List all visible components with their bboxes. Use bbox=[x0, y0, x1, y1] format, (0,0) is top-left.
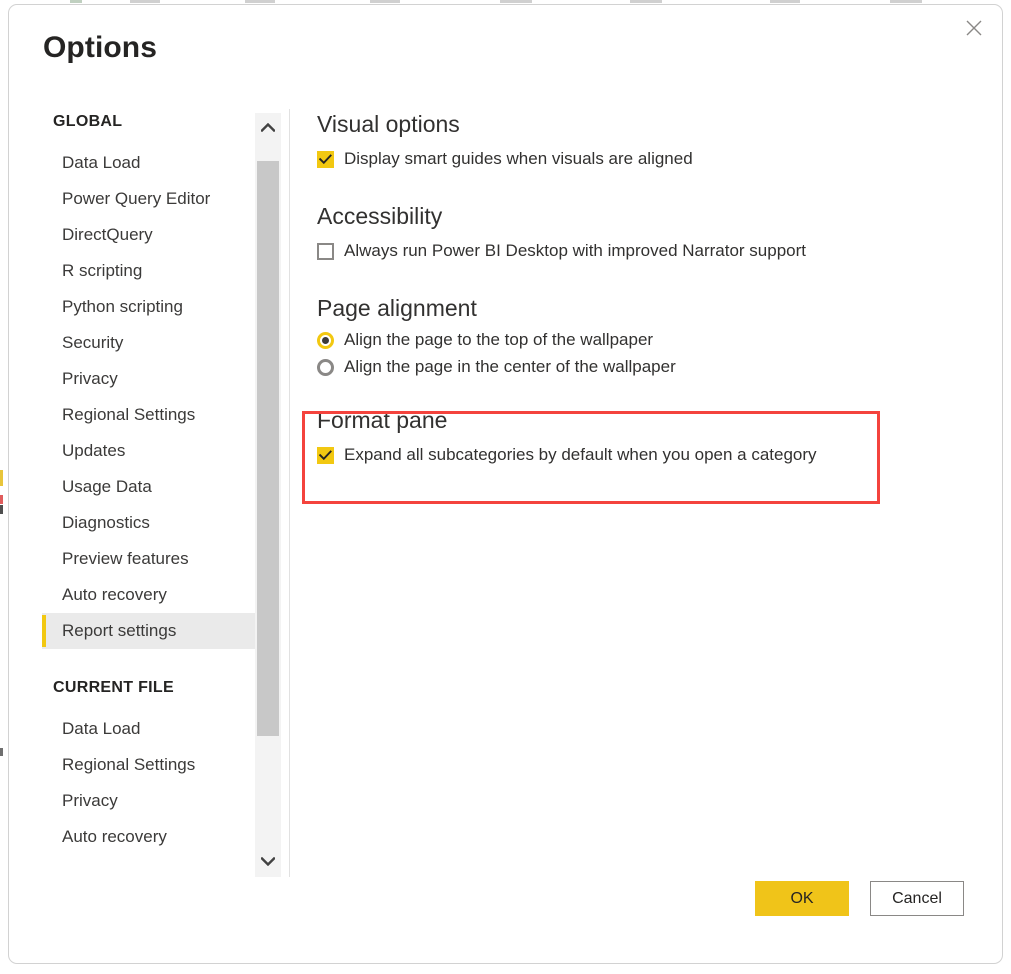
sidebar-item-report-settings[interactable]: Report settings bbox=[42, 613, 275, 649]
sidebar-section-title: CURRENT FILE bbox=[53, 679, 174, 696]
scroll-down-button[interactable] bbox=[255, 847, 281, 877]
chevron-down-icon bbox=[260, 853, 276, 871]
sidebar-item-auto-recovery[interactable]: Auto recovery bbox=[43, 577, 249, 613]
background-app-left-artifact bbox=[0, 470, 3, 486]
option-row-display-smart-guides-when-visuals-are-aligne[interactable]: Display smart guides when visuals are al… bbox=[317, 149, 957, 169]
sidebar-section-title: GLOBAL bbox=[53, 113, 123, 130]
option-label: Expand all subcategories by default when… bbox=[344, 445, 817, 464]
scrollbar-thumb[interactable] bbox=[257, 161, 279, 736]
sidebar-item-label: R scripting bbox=[62, 261, 143, 280]
group-heading: Accessibility bbox=[317, 203, 443, 229]
sidebar-item-label: Data Load bbox=[62, 719, 141, 738]
option-label: Display smart guides when visuals are al… bbox=[344, 149, 693, 168]
cancel-button[interactable]: Cancel bbox=[870, 881, 964, 916]
sidebar-item-usage-data[interactable]: Usage Data bbox=[43, 469, 249, 505]
sidebar-item-label: Report settings bbox=[62, 621, 177, 640]
scroll-up-button[interactable] bbox=[255, 113, 281, 143]
sidebar-item-label: Regional Settings bbox=[62, 755, 196, 774]
group-heading: Format pane bbox=[317, 407, 448, 433]
sidebar-item-regional-settings[interactable]: Regional Settings bbox=[43, 747, 249, 783]
sidebar-item-data-load[interactable]: Data Load bbox=[43, 145, 249, 181]
sidebar-item-directquery[interactable]: DirectQuery bbox=[43, 217, 249, 253]
sidebar-item-label: Python scripting bbox=[62, 297, 183, 316]
settings-group-visual-options: Visual options Display smart guides when … bbox=[317, 109, 957, 169]
dialog-footer: OK Cancel bbox=[755, 881, 964, 916]
sidebar-item-label: Updates bbox=[62, 441, 126, 460]
option-row-align-the-page-to-the-top-of-the-wallpaper[interactable]: Align the page to the top of the wallpap… bbox=[317, 330, 957, 350]
sidebar-item-label: Diagnostics bbox=[62, 513, 150, 532]
sidebar-item-regional-settings[interactable]: Regional Settings bbox=[43, 397, 249, 433]
sidebar-scrollbar[interactable] bbox=[255, 113, 281, 877]
close-button[interactable] bbox=[952, 9, 996, 47]
sidebar-item-label: Privacy bbox=[62, 369, 118, 388]
sidebar-item-label: Auto recovery bbox=[62, 827, 167, 846]
settings-group-accessibility: Accessibility Always run Power BI Desktop… bbox=[317, 201, 957, 261]
group-heading: Page alignment bbox=[317, 295, 477, 321]
settings-sidebar: GLOBAL Data Load Power Query Editor DirectQ… bbox=[42, 113, 275, 877]
sidebar-item-power-query-editor[interactable]: Power Query Editor bbox=[43, 181, 249, 217]
sidebar-item-data-load[interactable]: Data Load bbox=[43, 711, 249, 747]
sidebar-content-divider bbox=[289, 109, 290, 877]
settings-content-panel: Visual options Display smart guides when … bbox=[317, 109, 957, 465]
sidebar-item-label: Security bbox=[62, 333, 124, 352]
option-label: Always run Power BI Desktop with improve… bbox=[344, 241, 807, 260]
background-app-top-strip bbox=[70, 0, 950, 3]
radio-dot bbox=[322, 336, 329, 344]
sidebar-item-python-scripting[interactable]: Python scripting bbox=[43, 289, 249, 325]
sidebar-item-auto-recovery[interactable]: Auto recovery bbox=[43, 819, 249, 855]
radio-unselected-icon[interactable] bbox=[317, 358, 334, 376]
page-title: Options bbox=[43, 31, 158, 64]
checkbox-checked-icon[interactable] bbox=[317, 446, 334, 464]
options-dialog: Options GLOBAL Data Load Power Query Edito… bbox=[8, 4, 1003, 964]
close-icon bbox=[964, 18, 984, 38]
sidebar-item-label: Auto recovery bbox=[62, 585, 167, 604]
radio-selected-icon[interactable] bbox=[317, 331, 334, 349]
sidebar-item-label: Regional Settings bbox=[62, 405, 196, 424]
group-heading: Visual options bbox=[317, 111, 460, 137]
checkbox-inner bbox=[319, 244, 332, 258]
sidebar-item-updates[interactable]: Updates bbox=[43, 433, 249, 469]
sidebar-item-security[interactable]: Security bbox=[43, 325, 249, 361]
sidebar-item-preview-features[interactable]: Preview features bbox=[43, 541, 249, 577]
checkbox-checked-icon[interactable] bbox=[317, 150, 334, 168]
checkbox-unchecked-icon[interactable] bbox=[317, 242, 334, 260]
chevron-up-icon bbox=[260, 119, 276, 137]
sidebar-item-privacy[interactable]: Privacy bbox=[43, 361, 249, 397]
background-app-left-artifact bbox=[0, 495, 3, 504]
sidebar-item-label: Power Query Editor bbox=[62, 189, 211, 208]
background-app-left-artifact bbox=[0, 505, 3, 514]
sidebar-item-label: DirectQuery bbox=[62, 225, 153, 244]
option-row-expand-all-subcategories-by-default-when-you[interactable]: Expand all subcategories by default when… bbox=[317, 445, 957, 465]
sidebar-item-diagnostics[interactable]: Diagnostics bbox=[43, 505, 249, 541]
sidebar-item-label: Preview features bbox=[62, 549, 189, 568]
background-app-left-artifact bbox=[0, 748, 3, 756]
sidebar-item-privacy[interactable]: Privacy bbox=[43, 783, 249, 819]
option-row-always-run-power-bi-desktop-with-improved-na[interactable]: Always run Power BI Desktop with improve… bbox=[317, 241, 957, 261]
settings-group-format-pane: Format pane Expand all subcategories by d… bbox=[317, 405, 957, 465]
option-row-align-the-page-in-the-center-of-the-wallpape[interactable]: Align the page in the center of the wall… bbox=[317, 357, 957, 377]
sidebar-item-label: Privacy bbox=[62, 791, 118, 810]
option-label: Align the page to the top of the wallpap… bbox=[344, 330, 654, 349]
ok-button[interactable]: OK bbox=[755, 881, 849, 916]
settings-group-page-alignment: Page alignment Align the page to the top … bbox=[317, 293, 957, 377]
sidebar-item-label: Data Load bbox=[62, 153, 141, 172]
sidebar-item-label: Usage Data bbox=[62, 477, 152, 496]
option-label: Align the page in the center of the wall… bbox=[344, 357, 676, 376]
sidebar-item-r-scripting[interactable]: R scripting bbox=[43, 253, 249, 289]
